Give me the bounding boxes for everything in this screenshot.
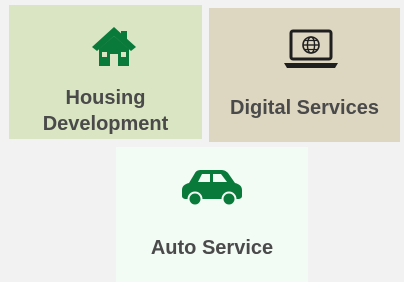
tile-label-line-2: Development [42, 113, 169, 135]
tile-label-digital: Digital Services [230, 97, 379, 119]
tile-housing-development[interactable]: Housing Development [9, 5, 202, 139]
tile-auto-service[interactable]: Auto Service [116, 147, 308, 282]
tile-label-housing: Housing Development [9, 85, 202, 137]
tile-digital-services[interactable]: Digital Services [209, 8, 400, 142]
car-icon [182, 170, 242, 206]
laptop-globe-icon [284, 29, 338, 68]
house-icon [92, 27, 136, 66]
tile-label-line-1: Housing [65, 87, 146, 109]
tile-label-auto: Auto Service [150, 237, 274, 259]
